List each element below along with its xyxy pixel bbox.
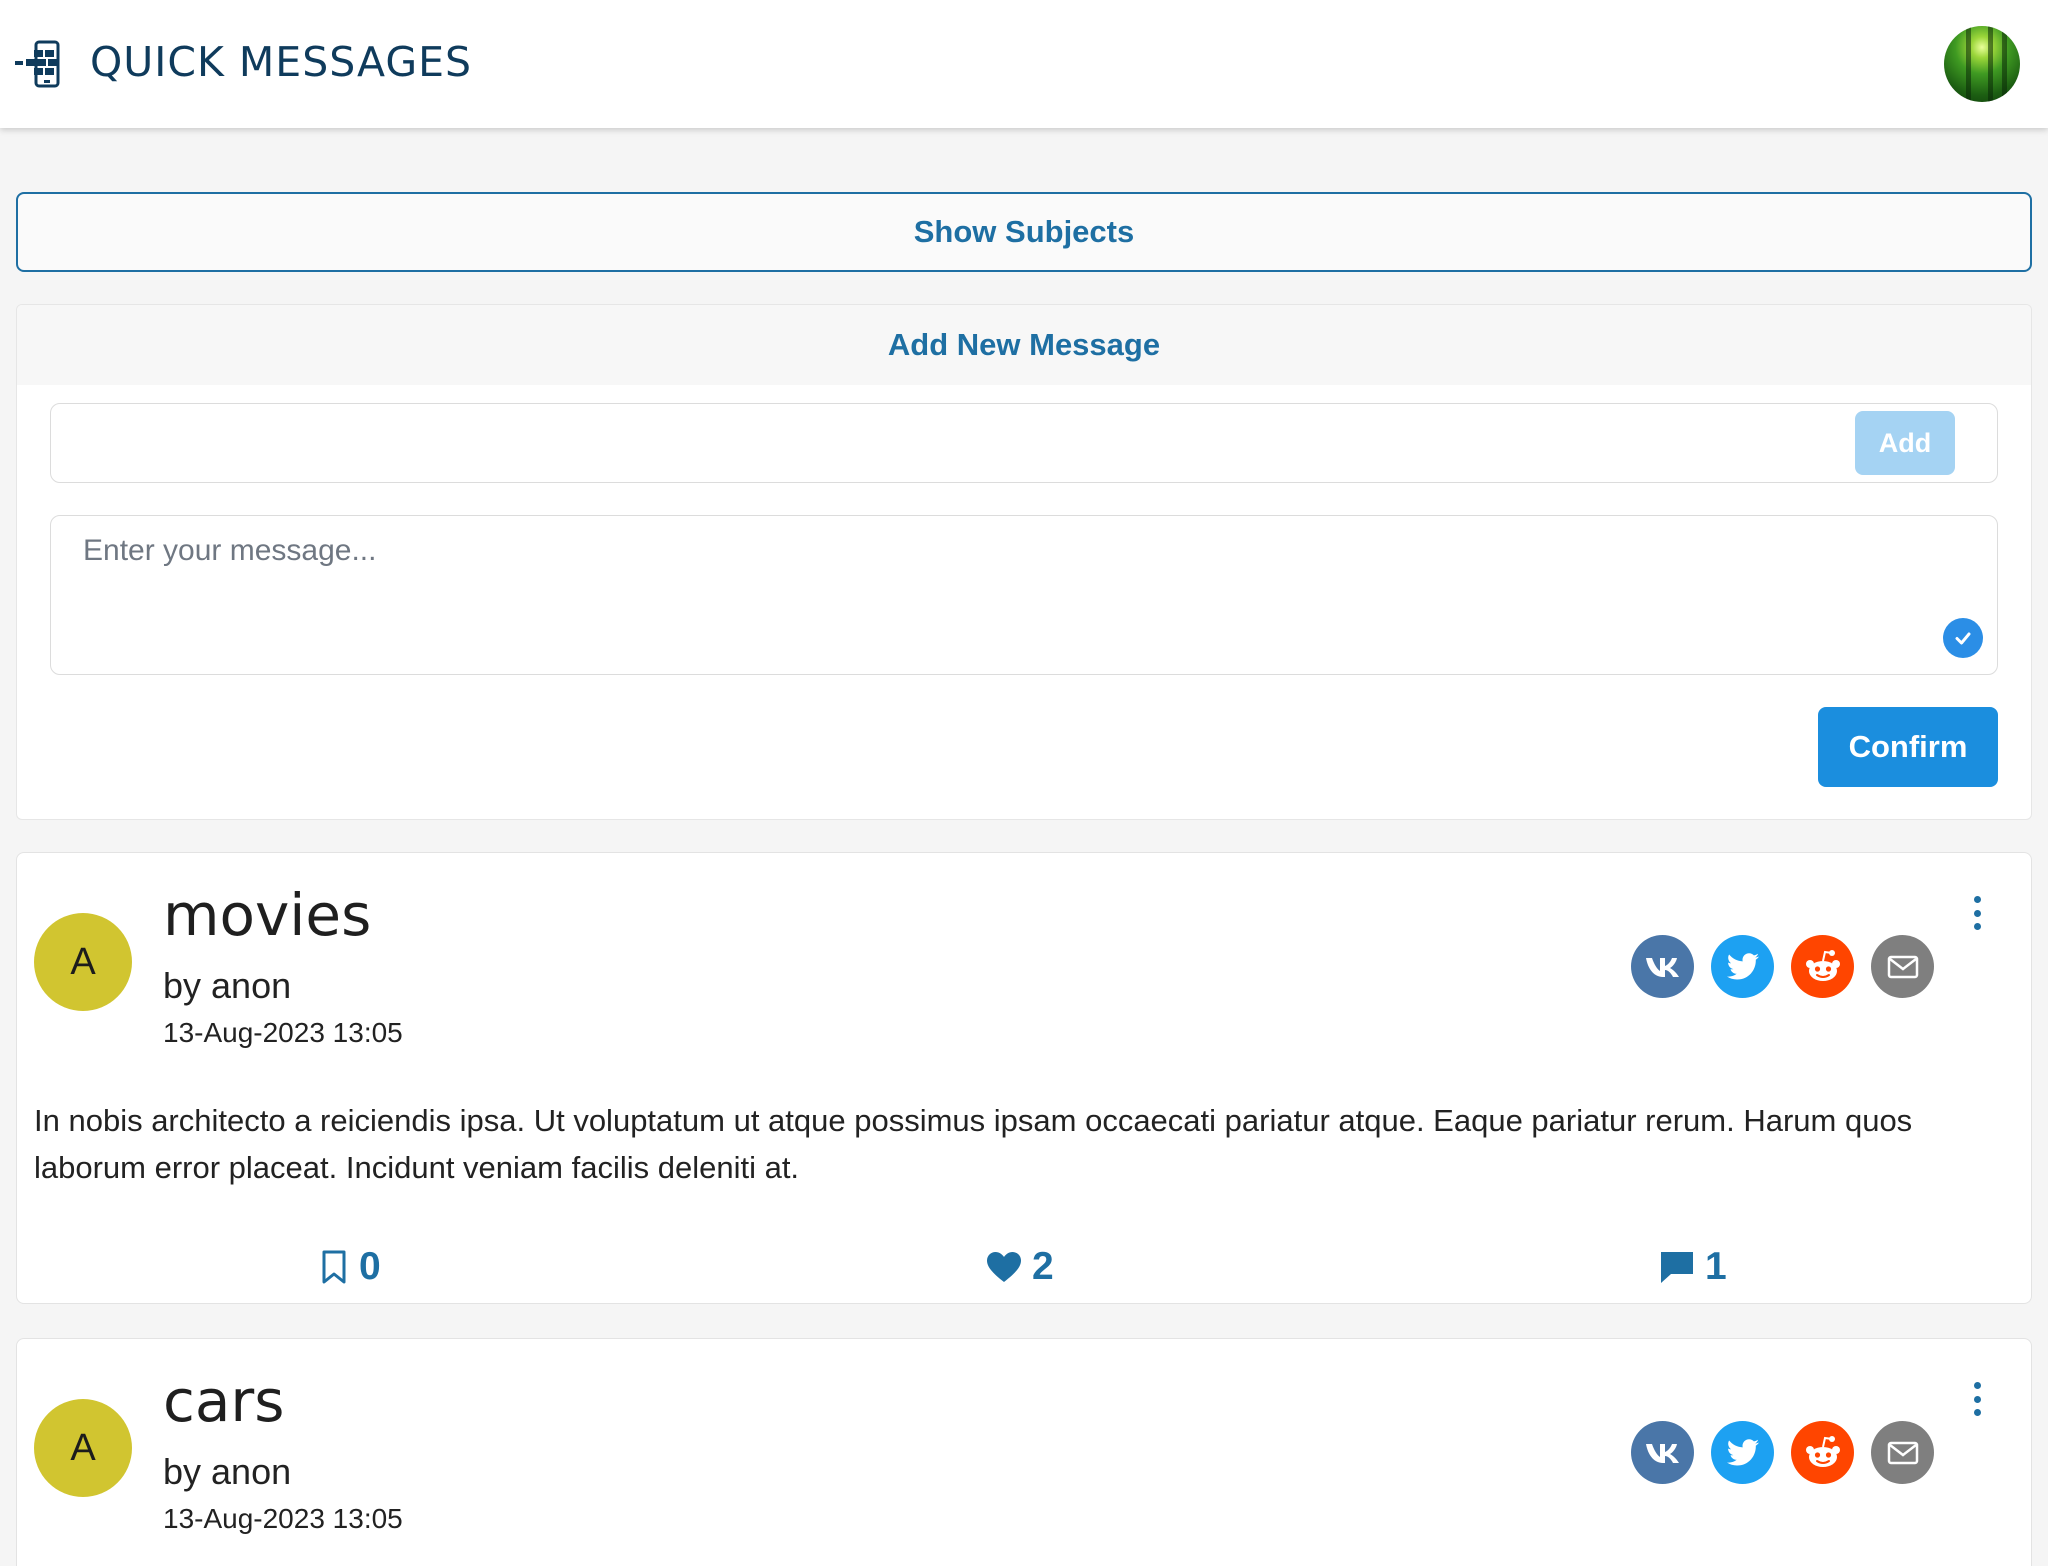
message-card: A cars by anon 13-Aug-2023 13:05 [16,1338,2032,1566]
vk-icon[interactable] [1631,935,1694,998]
heart-icon [987,1252,1021,1282]
message-box [50,515,1998,675]
confirm-button[interactable]: Confirm [1818,707,1998,787]
message-textarea[interactable] [83,534,1943,654]
new-message-header[interactable]: Add New Message [17,305,2031,385]
more-options-icon[interactable] [1965,1379,1989,1419]
bookmark-icon [322,1250,346,1284]
author-avatar: A [34,1399,132,1497]
comment-icon [1661,1252,1693,1283]
comment-count: 1 [1705,1245,1727,1288]
twitter-icon[interactable] [1711,935,1774,998]
comment-action[interactable]: 1 [1659,1237,1727,1297]
author-avatar: A [34,913,132,1011]
new-message-panel: Add New Message Add Confirm [16,304,2032,820]
message-body: In nobis architecto a reiciendis ipsa. U… [34,1103,1913,1185]
bookmark-action[interactable]: 0 [319,1237,381,1297]
vk-icon[interactable] [1631,1421,1694,1484]
check-icon[interactable] [1943,618,1983,658]
message-author: by anon [163,1451,292,1492]
add-subject-button[interactable]: Add [1855,411,1955,475]
like-count: 2 [1032,1245,1054,1288]
twitter-icon[interactable] [1711,1421,1774,1484]
app-header: QUICK MESSAGES [0,0,2048,128]
bookmark-count: 0 [359,1245,381,1288]
message-date: 13-Aug-2023 13:05 [163,1503,403,1534]
email-icon[interactable] [1871,1421,1934,1484]
share-icons [1631,935,1934,998]
message-author: by anon [163,965,292,1006]
email-icon[interactable] [1871,935,1934,998]
reddit-icon[interactable] [1791,1421,1854,1484]
messages-logo-icon[interactable] [14,40,70,90]
like-action[interactable]: 2 [986,1237,1054,1297]
share-icons [1631,1421,1934,1484]
show-subjects-button[interactable]: Show Subjects [16,192,2032,272]
reddit-icon[interactable] [1791,935,1854,998]
message-subject: movies [163,881,372,949]
more-options-icon[interactable] [1965,893,1989,933]
subject-row: Add [50,403,1998,483]
user-avatar-icon[interactable] [1944,26,2020,102]
message-actions: 0 2 1 [17,1237,2031,1297]
app-title: QUICK MESSAGES [90,38,473,86]
subject-input[interactable] [61,412,1851,474]
message-subject: cars [163,1367,285,1435]
message-date: 13-Aug-2023 13:05 [163,1017,403,1048]
message-card: A movies by anon 13-Aug-2023 13:05 In no… [16,852,2032,1304]
